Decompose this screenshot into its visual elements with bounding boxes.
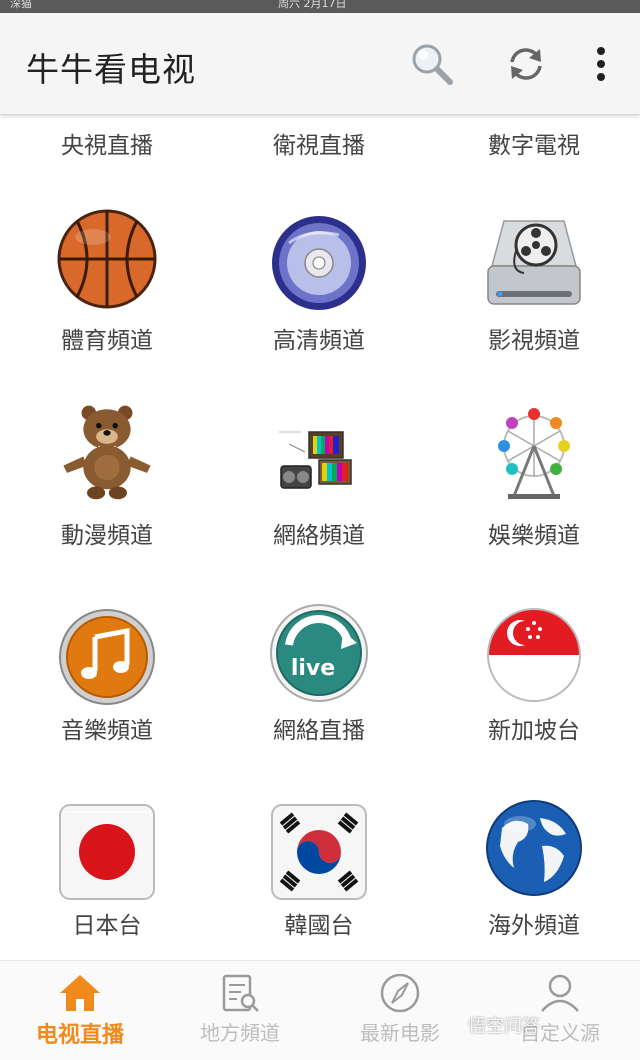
- nav-local-channels[interactable]: 地方頻道: [160, 961, 320, 1060]
- nav-tv-live[interactable]: 电视直播: [0, 961, 160, 1060]
- channel-label: 娛樂頻道: [488, 523, 580, 549]
- channel-music[interactable]: 音樂頻道: [0, 589, 214, 784]
- channel-label: 網絡直播: [273, 718, 365, 744]
- nav-latest-movies[interactable]: 最新电影: [320, 961, 480, 1060]
- app-bar: 牛牛看电视: [0, 13, 640, 115]
- channel-label: 韓國台: [284, 913, 354, 939]
- app-title: 牛牛看电视: [26, 50, 196, 89]
- channel-label: 音樂頻道: [61, 718, 153, 744]
- channel-cctv-live[interactable]: 央視直播: [0, 114, 214, 199]
- channel-label: 動漫頻道: [61, 523, 153, 549]
- basketball-icon: [57, 209, 157, 309]
- ferris-wheel-icon: [498, 408, 570, 499]
- channel-digital-tv[interactable]: 數字電視: [427, 114, 640, 199]
- channel-japan[interactable]: 日本台: [0, 784, 214, 960]
- channel-sports[interactable]: 體育頻道: [0, 199, 214, 394]
- channel-label: 衛視直播: [273, 133, 365, 159]
- search-icon: [412, 44, 453, 85]
- user-icon: [541, 974, 579, 1012]
- channel-animation[interactable]: 動漫頻道: [0, 394, 214, 589]
- bear-icon: [63, 405, 151, 500]
- channel-label: 影視頻道: [488, 328, 580, 354]
- channel-label: 數字電視: [488, 133, 580, 159]
- bottom-navigation: 电视直播 地方頻道 最新电影 自定义源: [0, 960, 640, 1060]
- channel-singapore[interactable]: 新加坡台: [427, 589, 640, 784]
- film-reel-drive-icon: [487, 220, 581, 305]
- refresh-button[interactable]: [503, 41, 549, 87]
- channel-internet-live[interactable]: live 網絡直播: [212, 589, 426, 784]
- watermark: 悟空问答: [468, 1016, 540, 1037]
- nav-label: 电视直播: [35, 1023, 124, 1048]
- disc-icon: [272, 216, 366, 310]
- channel-grid: 央視直播 衛視直播 數字電視 體育頻道 高清頻道 影視頻道 動漫頻道 網絡頻道 …: [0, 114, 640, 960]
- music-note-icon: [59, 609, 155, 705]
- channel-entertainment[interactable]: 娛樂頻道: [427, 394, 640, 589]
- nav-label: 最新电影: [360, 1021, 440, 1045]
- svg-text:live: live: [291, 656, 335, 681]
- channel-label: 日本台: [72, 913, 142, 939]
- document-search-icon: [222, 974, 259, 1012]
- overflow-menu-button[interactable]: [578, 41, 624, 87]
- channel-korea[interactable]: 韓國台: [212, 784, 426, 960]
- home-icon: [60, 975, 100, 1011]
- channel-label: 新加坡台: [488, 718, 580, 744]
- channel-label: 高清頻道: [273, 328, 365, 354]
- channel-satellite-live[interactable]: 衛視直播: [212, 114, 426, 199]
- nav-label: 地方頻道: [200, 1021, 280, 1045]
- nav-custom-source[interactable]: 自定义源: [480, 961, 640, 1060]
- retro-tv-icon: [279, 431, 352, 489]
- globe-icon: [486, 800, 582, 896]
- live-badge-icon: live: [270, 604, 368, 702]
- refresh-icon: [510, 48, 542, 80]
- channel-label: 網絡頻道: [273, 523, 365, 549]
- channel-label: 體育頻道: [61, 328, 153, 354]
- channel-label: 央視直播: [61, 133, 153, 159]
- channel-overseas[interactable]: 海外頻道: [427, 784, 640, 960]
- search-button[interactable]: [409, 41, 455, 87]
- channel-label: 海外頻道: [488, 913, 580, 939]
- carrier-label: 深猫: [10, 0, 32, 10]
- korea-flag-icon: [271, 804, 367, 900]
- channel-movies[interactable]: 影視頻道: [427, 199, 640, 394]
- singapore-flag-icon: [487, 608, 581, 702]
- japan-flag-icon: [59, 804, 155, 900]
- more-vertical-icon: [597, 47, 605, 81]
- channel-hd[interactable]: 高清頻道: [212, 199, 426, 394]
- status-clock: 周六 2月17日: [278, 0, 347, 10]
- channel-internet[interactable]: 網絡頻道: [212, 394, 426, 589]
- status-bar: 深猫 周六 2月17日: [0, 0, 640, 13]
- compass-icon: [380, 973, 420, 1013]
